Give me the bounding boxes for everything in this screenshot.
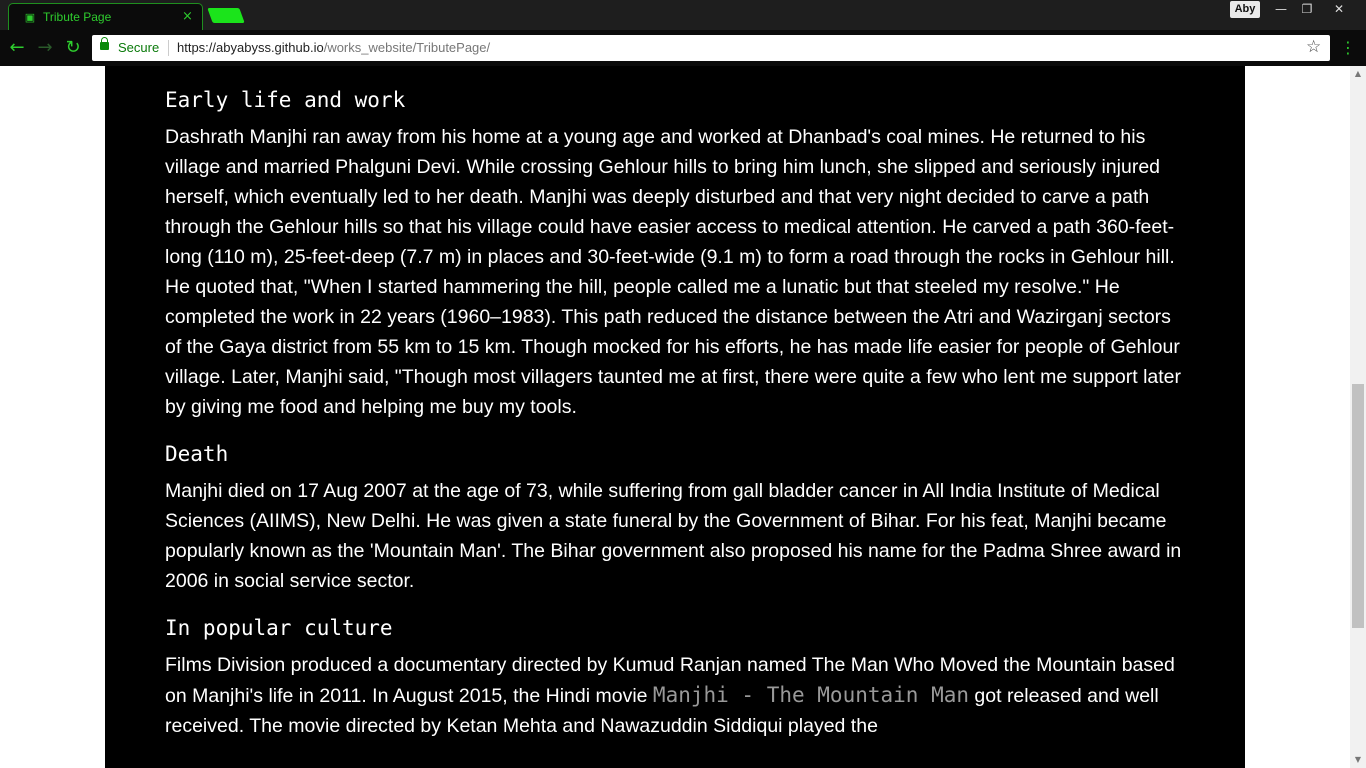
minimize-button[interactable]: — bbox=[1268, 0, 1294, 18]
section-heading: Early life and work bbox=[165, 88, 406, 112]
restore-button[interactable]: ❐ bbox=[1294, 0, 1320, 18]
section-early-life: Early life and work Dashrath Manjhi ran … bbox=[165, 86, 1185, 422]
section-text: Films Division produced a documentary di… bbox=[165, 650, 1185, 741]
section-text: Dashrath Manjhi ran away from his home a… bbox=[165, 126, 1182, 418]
profile-button[interactable]: Aby bbox=[1230, 1, 1260, 18]
page-viewport: Early life and work Dashrath Manjhi ran … bbox=[0, 66, 1350, 768]
address-divider bbox=[168, 40, 169, 56]
forward-icon[interactable]: → bbox=[34, 37, 56, 59]
url-path: /works_website/TributePage/ bbox=[323, 40, 491, 55]
section-heading: Death bbox=[165, 442, 229, 466]
address-bar[interactable]: Secure https://abyabyss.github.io/works_… bbox=[92, 35, 1330, 61]
page-favicon-icon: ▣ bbox=[24, 12, 36, 24]
reload-icon[interactable]: ↻ bbox=[62, 37, 84, 59]
star-icon[interactable]: ☆ bbox=[1306, 37, 1321, 57]
browser-tab[interactable]: ▣ Tribute Page × bbox=[8, 3, 203, 30]
url-host: https://abyabyss.github.io bbox=[177, 40, 324, 55]
url-text[interactable]: https://abyabyss.github.io/works_website… bbox=[177, 40, 490, 55]
movie-title: Manjhi - The Mountain Man bbox=[652, 683, 969, 707]
back-icon[interactable]: ← bbox=[6, 37, 28, 59]
scroll-thumb[interactable] bbox=[1352, 384, 1364, 628]
section-popular-culture: In popular culture Films Division produc… bbox=[165, 614, 1185, 741]
tab-bar: ▣ Tribute Page × Aby — ❐ ✕ bbox=[0, 0, 1366, 30]
section-death: Death Manjhi died on 17 Aug 2007 at the … bbox=[165, 440, 1185, 596]
lock-icon bbox=[100, 37, 109, 50]
section-text: Manjhi died on 17 Aug 2007 at the age of… bbox=[165, 480, 1182, 592]
menu-icon[interactable]: ⋮ bbox=[1340, 37, 1356, 59]
secure-label: Secure bbox=[118, 40, 160, 55]
new-tab-button[interactable] bbox=[207, 8, 245, 23]
close-window-button[interactable]: ✕ bbox=[1326, 0, 1352, 18]
tab-title: Tribute Page bbox=[43, 10, 112, 24]
scroll-up-icon[interactable]: ▲ bbox=[1350, 66, 1366, 82]
tab-close-icon[interactable]: × bbox=[182, 9, 193, 24]
scroll-down-icon[interactable]: ▼ bbox=[1350, 752, 1366, 768]
section-heading: In popular culture bbox=[165, 616, 393, 640]
page-scrollbar[interactable]: ▲ ▼ bbox=[1350, 66, 1366, 768]
tribute-content: Early life and work Dashrath Manjhi ran … bbox=[105, 66, 1245, 768]
browser-toolbar: ← → ↻ Secure https://abyabyss.github.io/… bbox=[0, 30, 1366, 66]
